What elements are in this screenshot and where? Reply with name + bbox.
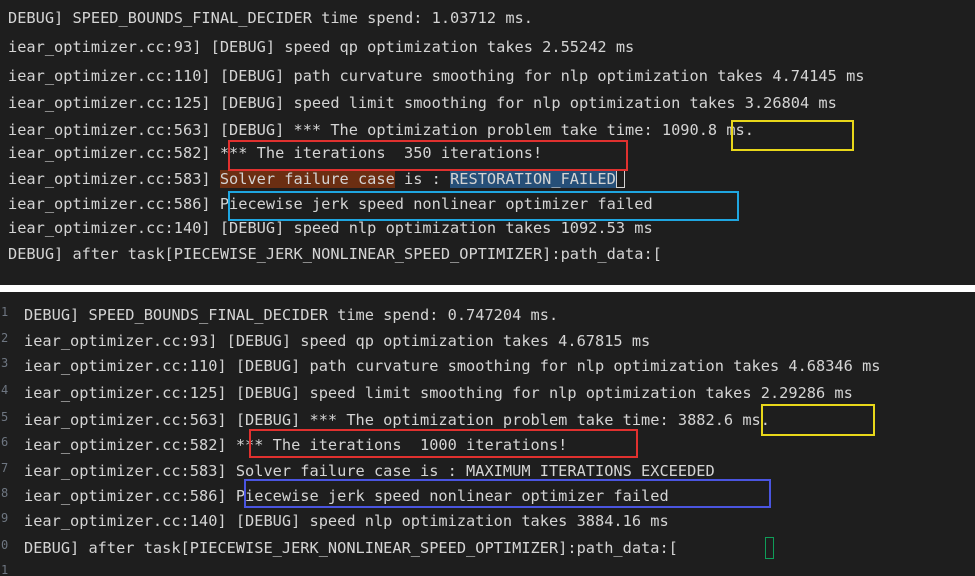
log-text: is :: [394, 170, 451, 188]
log-panel-bottom: 1 2 3 4 5 6 7 8 9 0 1 DEBUG] SPEED_BOUND…: [0, 292, 975, 576]
line-number: 0: [1, 538, 9, 552]
log-line: DEBUG] SPEED_BOUNDS_FINAL_DECIDER time s…: [8, 9, 533, 27]
log-line: iear_optimizer.cc:110] [DEBUG] path curv…: [8, 67, 865, 85]
log-line: iear_optimizer.cc:140] [DEBUG] speed nlp…: [24, 512, 669, 530]
log-line: iear_optimizer.cc:563] [DEBUG] *** The o…: [24, 411, 770, 429]
log-line: DEBUG] after task[PIECEWISE_JERK_NONLINE…: [24, 535, 678, 561]
log-line: iear_optimizer.cc:582] *** The iteration…: [24, 436, 568, 454]
log-line-failure: iear_optimizer.cc:583] Solver failure ca…: [8, 166, 626, 192]
log-line: iear_optimizer.cc:583] Solver failure ca…: [24, 462, 715, 480]
log-text: DEBUG] after task[PIECEWISE_JERK_NONLINE…: [24, 539, 678, 557]
time-highlight-box: [761, 404, 875, 436]
log-line: iear_optimizer.cc:110] [DEBUG] path curv…: [24, 357, 881, 375]
log-prefix: iear_optimizer.cc:583]: [8, 170, 220, 188]
search-highlight: Solver failure case: [219, 170, 395, 188]
log-line: iear_optimizer.cc:586] Piecewise jerk sp…: [24, 487, 669, 505]
line-number: 1: [1, 563, 9, 576]
log-line: DEBUG] SPEED_BOUNDS_FINAL_DECIDER time s…: [24, 306, 559, 324]
line-number: 2: [1, 331, 9, 345]
log-line: iear_optimizer.cc:140] [DEBUG] speed nlp…: [8, 219, 653, 237]
bracket-match-highlight: [765, 537, 774, 559]
line-number: 8: [1, 486, 9, 500]
line-number: 5: [1, 410, 9, 424]
text-cursor: [615, 170, 626, 188]
selected-text: RESTORATION_FAILED: [450, 170, 616, 188]
log-line: DEBUG] after task[PIECEWISE_JERK_NONLINE…: [8, 245, 662, 263]
log-line: iear_optimizer.cc:93] [DEBUG] speed qp o…: [24, 332, 651, 350]
line-number: 6: [1, 435, 9, 449]
line-number: 3: [1, 356, 9, 370]
log-panel-top: DEBUG] SPEED_BOUNDS_FINAL_DECIDER time s…: [0, 0, 975, 285]
line-number: 9: [1, 511, 9, 525]
log-line: iear_optimizer.cc:582] *** The iteration…: [8, 144, 543, 162]
log-line: iear_optimizer.cc:125] [DEBUG] speed lim…: [8, 94, 837, 112]
log-line: iear_optimizer.cc:93] [DEBUG] speed qp o…: [8, 38, 635, 56]
log-line: iear_optimizer.cc:586] Piecewise jerk sp…: [8, 195, 653, 213]
line-number: 1: [1, 305, 9, 319]
log-line: iear_optimizer.cc:125] [DEBUG] speed lim…: [24, 384, 853, 402]
line-number: 4: [1, 383, 9, 397]
line-number: 7: [1, 461, 9, 475]
